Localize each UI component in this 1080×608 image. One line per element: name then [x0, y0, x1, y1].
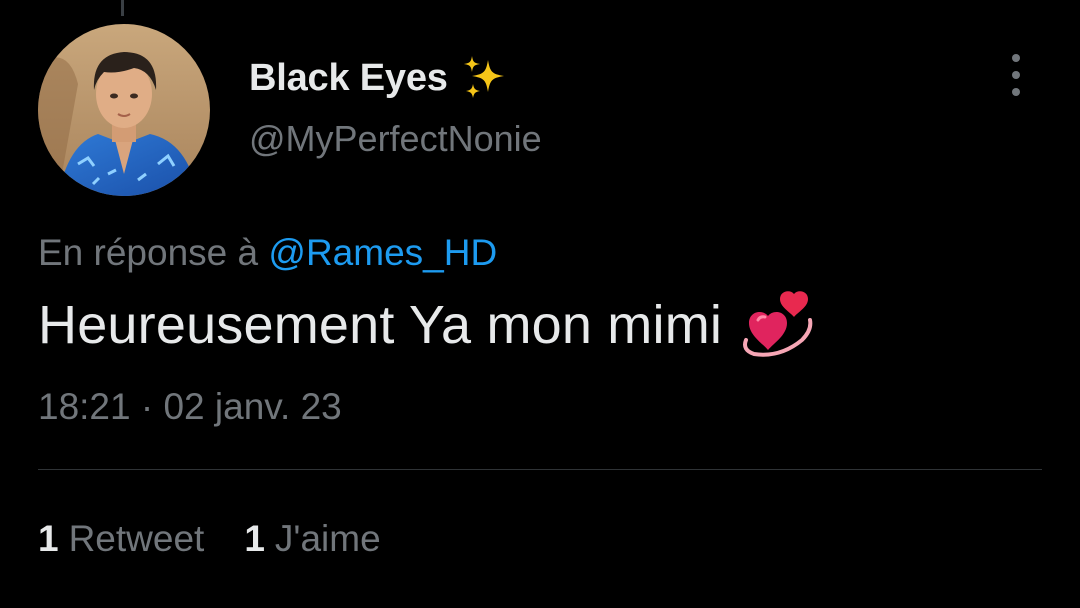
menu-dot [1012, 54, 1020, 62]
retweet-count-link[interactable]: 1 Retweet [38, 518, 204, 560]
avatar-photo [38, 24, 210, 196]
thread-connector-line [121, 0, 124, 16]
divider [38, 469, 1042, 470]
author-display-name[interactable]: Black Eyes [249, 57, 448, 100]
like-label: J'aime [274, 518, 381, 559]
tweet-timestamp[interactable]: 18:21 · 02 janv. 23 [38, 386, 342, 428]
two-hearts-icon [740, 290, 816, 360]
vertical-ellipsis-icon[interactable] [996, 50, 1036, 100]
menu-dot [1012, 88, 1020, 96]
reply-prefix: En réponse à [38, 232, 259, 273]
reply-mention-link[interactable]: @Rames_HD [268, 232, 497, 273]
like-count-link[interactable]: 1 J'aime [244, 518, 380, 560]
tweet-body: Heureusement Ya mon mimi [38, 290, 816, 360]
retweet-count: 1 [38, 518, 59, 559]
avatar[interactable] [38, 24, 210, 196]
like-count: 1 [244, 518, 265, 559]
menu-dot [1012, 71, 1020, 79]
author-handle[interactable]: @MyPerfectNonie [249, 118, 542, 160]
reply-context: En réponse à @Rames_HD [38, 232, 497, 274]
tweet-text: Heureusement Ya mon mimi [38, 295, 723, 355]
retweet-label: Retweet [68, 518, 205, 559]
author-name-row[interactable]: Black Eyes [249, 52, 508, 104]
tweet-stats: 1 Retweet 1 J'aime [38, 518, 381, 560]
sparkles-icon [460, 54, 508, 102]
